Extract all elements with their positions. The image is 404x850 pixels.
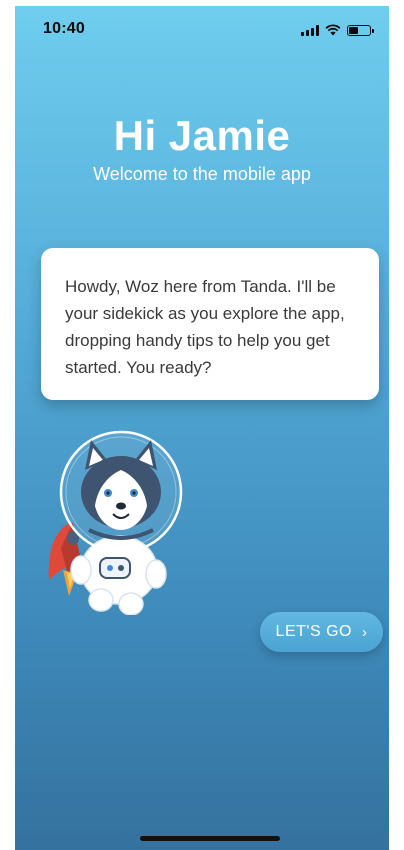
battery-icon <box>347 24 374 36</box>
wifi-icon <box>325 24 341 36</box>
status-icons <box>301 23 374 37</box>
tip-text: Howdy, Woz here from Tanda. I'll be your… <box>65 277 345 377</box>
tip-card: Howdy, Woz here from Tanda. I'll be your… <box>41 248 379 400</box>
status-bar: 10:40 <box>15 6 389 54</box>
lets-go-button[interactable]: LET'S GO › <box>260 612 383 652</box>
status-time: 10:40 <box>43 20 85 37</box>
home-indicator[interactable] <box>140 836 280 841</box>
cellular-signal-icon <box>301 24 319 36</box>
welcome-screen: 10:40 Hi Jamie Welcome to the mobile app… <box>15 6 389 850</box>
page-title: Hi Jamie <box>113 112 291 159</box>
lets-go-label: LET'S GO <box>275 623 352 640</box>
astronaut-husky-mascot <box>48 430 183 615</box>
battery-fill <box>349 26 358 34</box>
page-subtitle: Welcome to the mobile app <box>93 164 311 184</box>
chevron-right-icon: › <box>361 623 368 641</box>
